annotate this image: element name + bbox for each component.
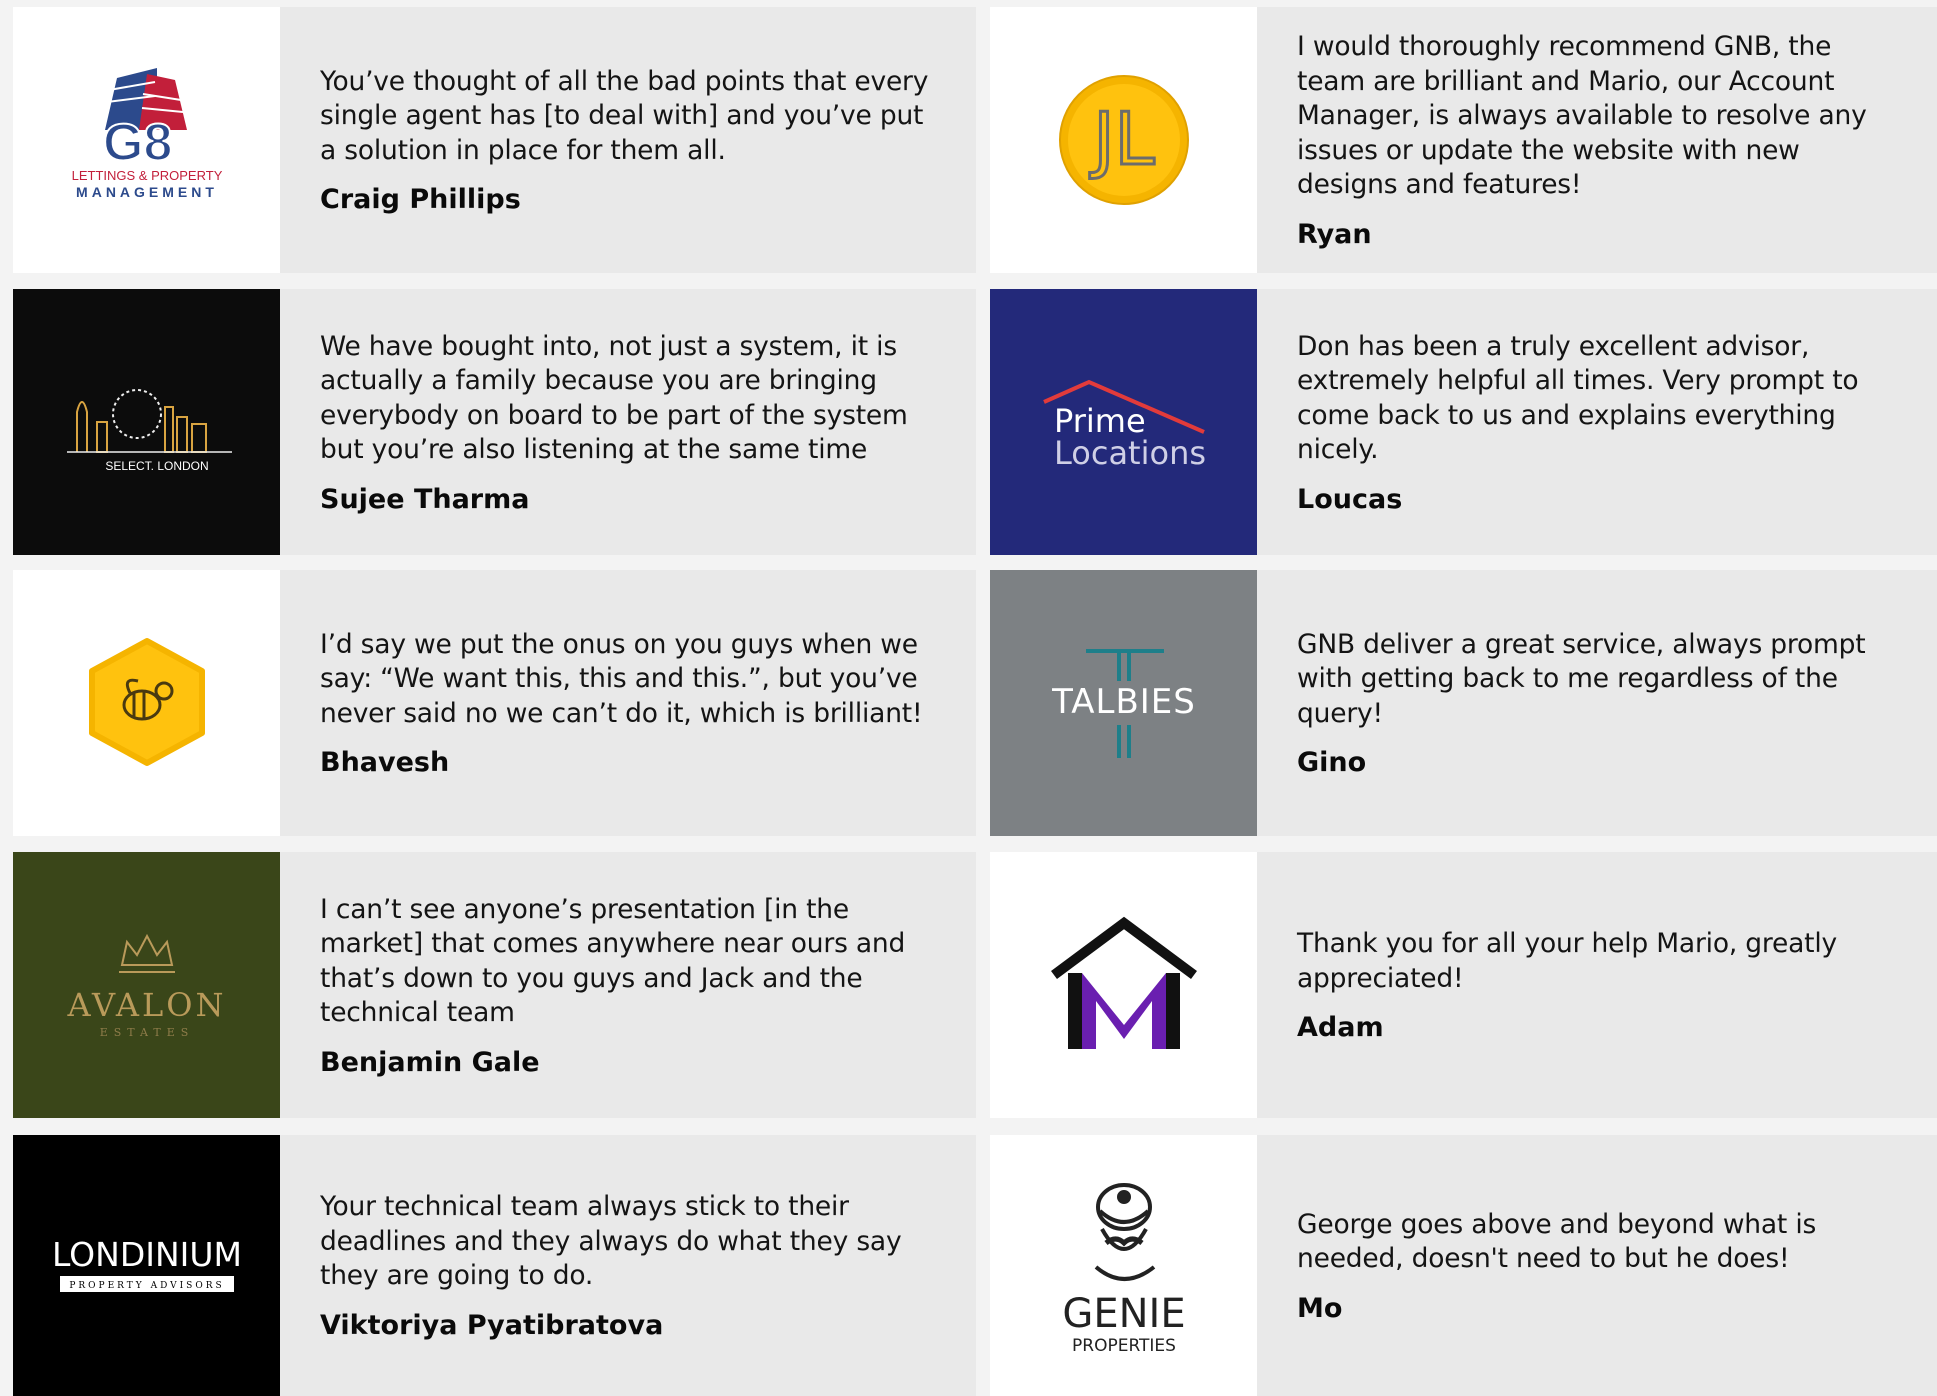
genie-logo: GENIE PROPERTIES xyxy=(990,1135,1257,1396)
londinium-logo: LONDINIUM PROPERTY ADVISORS xyxy=(13,1135,280,1396)
testimonial-content: Thank you for all your help Mario, great… xyxy=(1257,852,1937,1118)
testimonial-card: Thank you for all your help Mario, great… xyxy=(990,852,1937,1118)
testimonial-card: GENIE PROPERTIES George goes above and b… xyxy=(990,1135,1937,1396)
talbies-logo: TALBIES xyxy=(990,570,1257,836)
testimonial-content: Don has been a truly excellent advisor, … xyxy=(1257,289,1937,555)
testimonial-quote: George goes above and beyond what is nee… xyxy=(1297,1208,1817,1275)
testimonial-quote: You’ve thought of all the bad points tha… xyxy=(320,65,929,166)
avalon-subtitle: ESTATES xyxy=(99,1026,194,1039)
testimonial-card: JL I would thoroughly recommend GNB, the… xyxy=(990,7,1937,273)
testimonial-content: I’d say we put the onus on you guys when… xyxy=(280,570,976,836)
testimonial-author: Mo xyxy=(1297,1292,1343,1324)
testimonial-content: I can’t see anyone’s presentation [in th… xyxy=(280,852,976,1118)
jl-logo-text: JL xyxy=(1089,97,1154,181)
testimonial-author: Viktoriya Pyatibratova xyxy=(320,1309,664,1341)
avalon-title: AVALON xyxy=(66,986,226,1024)
g8-logo-title: G8 xyxy=(103,114,172,172)
testimonial-quote: I’d say we put the onus on you guys when… xyxy=(320,628,923,729)
house-m-logo xyxy=(990,852,1257,1118)
jl-logo: JL xyxy=(990,7,1257,273)
testimonial-quote: Your technical team always stick to thei… xyxy=(320,1191,902,1292)
bee-logo xyxy=(13,570,280,836)
testimonial-author: Loucas xyxy=(1297,483,1403,515)
testimonial-card: I’d say we put the onus on you guys when… xyxy=(13,570,976,836)
testimonial-content: You’ve thought of all the bad points tha… xyxy=(280,7,976,273)
testimonial-content: We have bought into, not just a system, … xyxy=(280,289,976,555)
talbies-text: TALBIES xyxy=(1051,682,1196,722)
testimonial-content: George goes above and beyond what is nee… xyxy=(1257,1135,1937,1396)
testimonial-card: TALBIES GNB deliver a great service, alw… xyxy=(990,570,1937,836)
prime-locations-logo: Prime Locations xyxy=(990,289,1257,555)
prime-logo-line2: Locations xyxy=(1054,434,1206,472)
g8-logo-line2: LETTINGS & PROPERTY xyxy=(71,168,222,183)
select-london-logo: SELECT. LONDON xyxy=(13,289,280,555)
testimonial-content: Your technical team always stick to thei… xyxy=(280,1135,976,1396)
testimonial-card: AVALON ESTATES I can’t see anyone’s pres… xyxy=(13,852,976,1118)
testimonial-author: Bhavesh xyxy=(320,747,450,779)
avalon-logo: AVALON ESTATES xyxy=(13,852,280,1118)
testimonial-quote: GNB deliver a great service, always prom… xyxy=(1297,628,1866,729)
testimonial-author: Ryan xyxy=(1297,218,1372,250)
testimonial-author: Benjamin Gale xyxy=(320,1046,540,1078)
testimonial-quote: Don has been a truly excellent advisor, … xyxy=(1297,330,1859,466)
testimonial-card: G8 LETTINGS & PROPERTY MANAGEMENT You’ve… xyxy=(13,7,976,273)
testimonial-card: Prime Locations Don has been a truly exc… xyxy=(990,289,1937,555)
testimonial-content: GNB deliver a great service, always prom… xyxy=(1257,570,1937,836)
testimonial-author: Sujee Tharma xyxy=(320,483,530,515)
testimonials-grid: G8 LETTINGS & PROPERTY MANAGEMENT You’ve… xyxy=(0,0,1937,1396)
genie-title: GENIE xyxy=(1062,1291,1185,1337)
testimonial-author: Gino xyxy=(1297,747,1367,779)
testimonial-card: LONDINIUM PROPERTY ADVISORS Your technic… xyxy=(13,1135,976,1396)
testimonial-quote: I can’t see anyone’s presentation [in th… xyxy=(320,893,906,1029)
testimonial-quote: We have bought into, not just a system, … xyxy=(320,330,908,466)
testimonial-author: Craig Phillips xyxy=(320,184,521,216)
londinium-title: LONDINIUM xyxy=(51,1235,241,1274)
testimonial-card: SELECT. LONDON We have bought into, not … xyxy=(13,289,976,555)
testimonial-content: I would thoroughly recommend GNB, the te… xyxy=(1257,7,1937,273)
select-london-text: SELECT. LONDON xyxy=(105,459,208,473)
testimonial-quote: Thank you for all your help Mario, great… xyxy=(1297,928,1837,994)
testimonial-quote: I would thoroughly recommend GNB, the te… xyxy=(1297,31,1867,201)
g8-logo-line3: MANAGEMENT xyxy=(76,184,218,200)
londinium-subtitle: PROPERTY ADVISORS xyxy=(69,1281,224,1291)
g8-logo: G8 LETTINGS & PROPERTY MANAGEMENT xyxy=(13,7,280,273)
testimonial-author: Adam xyxy=(1297,1012,1384,1043)
genie-subtitle: PROPERTIES xyxy=(1072,1336,1176,1356)
